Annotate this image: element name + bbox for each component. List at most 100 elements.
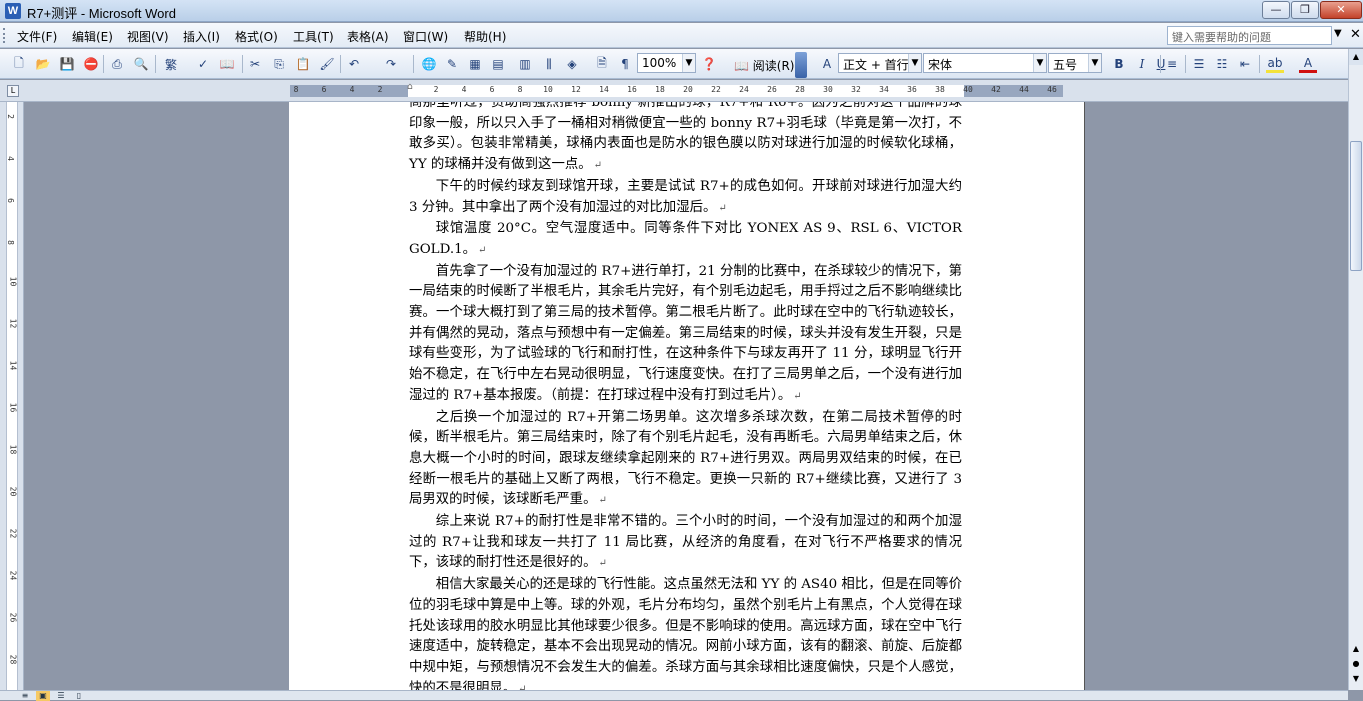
reading-layout-button[interactable]: 📖 阅读(R): [729, 54, 799, 74]
paste-icon[interactable]: 📋: [294, 55, 312, 73]
bullets-icon[interactable]: ☷: [1213, 55, 1231, 73]
document-close-icon[interactable]: ✕: [1350, 27, 1361, 42]
paragraph[interactable]: 首先拿了一个没有加湿过的 R7+进行单打，21 分制的比赛中，在杀球较少的情况下…: [409, 262, 962, 408]
help-search-input[interactable]: 键入需要帮助的问题: [1167, 26, 1332, 45]
paragraph-text: 之后换一个加湿过的 R7+开第二场男单。这次增多杀球次数，在第二局技术暂停的时候…: [409, 409, 962, 508]
document-page[interactable]: 商那里听过，资助商强烈推荐 bonny 新推出的球，R7+和 R6+。因为之前对…: [289, 102, 1084, 690]
bold-icon[interactable]: B: [1110, 55, 1128, 73]
paragraph[interactable]: 之后换一个加湿过的 R7+开第二场男单。这次增多杀球次数，在第二局技术暂停的时候…: [409, 408, 962, 513]
print-icon[interactable]: ⎙: [108, 55, 126, 73]
spelling-icon[interactable]: ✓: [194, 55, 212, 73]
title-bar: W R7+测评 - Microsoft Word — ❐ ✕: [0, 0, 1363, 22]
paragraph-text: 相信大家最关心的还是球的飞行性能。这点虽然无法和 YY 的 AS40 相比，但是…: [409, 577, 962, 690]
style-combo[interactable]: 正文 + 首行 ▼: [838, 53, 922, 73]
menu-view[interactable]: 视图(V): [127, 28, 169, 45]
menu-window[interactable]: 窗口(W): [403, 28, 448, 45]
ruler-tick: 24: [8, 570, 18, 581]
new-icon[interactable]: 🗋: [10, 55, 28, 73]
document-map-icon[interactable]: 🗎: [593, 55, 611, 73]
permission-icon[interactable]: ⛔: [82, 55, 100, 73]
close-button[interactable]: ✕: [1320, 1, 1362, 19]
zoom-combo[interactable]: 100% ▼: [637, 53, 696, 73]
highlight-icon[interactable]: ab: [1266, 55, 1284, 73]
horizontal-scrollbar[interactable]: ≡ ▣ ☰ ▯: [0, 690, 1348, 701]
font-size-combo[interactable]: 五号 ▼: [1048, 53, 1102, 73]
menu-format[interactable]: 格式(O): [235, 28, 278, 45]
ruler-tick: 8: [5, 240, 15, 245]
undo-icon[interactable]: ↶: [345, 55, 363, 73]
paragraph[interactable]: 下午的时候约球友到球馆开球，主要是试试 R7+的成色如何。开球前对球进行加湿大约…: [409, 177, 962, 219]
book-icon: 📖: [734, 59, 749, 73]
toolbar-separator: [340, 55, 341, 73]
paragraph[interactable]: 相信大家最关心的还是球的飞行性能。这点虽然无法和 YY 的 AS40 相比，但是…: [409, 575, 962, 690]
ruler-track[interactable]: ⌂ 8 6 4 2 2 4 6 8 10 12 14 16 18 20 22 2…: [290, 82, 1063, 97]
outdent-icon[interactable]: ⇤: [1236, 55, 1254, 73]
paragraph[interactable]: 球馆温度 20°C。空气湿度适中。同等条件下对比 YONEX AS 9、RSL …: [409, 219, 962, 261]
chevron-down-icon[interactable]: ▼: [908, 54, 921, 72]
ruler-tick: 4: [349, 85, 355, 94]
hyperlink-icon[interactable]: 🌐: [420, 55, 438, 73]
save-icon[interactable]: 💾: [58, 55, 76, 73]
ruler-tick: 6: [5, 198, 15, 203]
menu-tools[interactable]: 工具(T): [293, 28, 334, 45]
paragraph[interactable]: 商那里听过，资助商强烈推荐 bonny 新推出的球，R7+和 R6+。因为之前对…: [409, 102, 962, 177]
menu-table[interactable]: 表格(A): [347, 28, 389, 45]
ruler-tick: 4: [5, 156, 15, 161]
menu-file[interactable]: 文件(F): [17, 28, 57, 45]
italic-icon[interactable]: I: [1133, 55, 1151, 73]
tables-borders-icon[interactable]: ✎: [443, 55, 461, 73]
paragraph-mark-icon: ↵: [593, 160, 603, 172]
drawing-tools-icon[interactable]: ◈: [563, 55, 581, 73]
ruler-tick: 14: [8, 360, 18, 371]
print-preview-icon[interactable]: 🔍: [132, 55, 150, 73]
document-workspace[interactable]: 商那里听过，资助商强烈推荐 bonny 新推出的球，R7+和 R6+。因为之前对…: [24, 102, 1348, 690]
drawing-icon[interactable]: ⫼: [540, 55, 558, 73]
browse-object-icon[interactable]: ●: [1349, 659, 1363, 673]
numbering-icon[interactable]: ☰: [1190, 55, 1208, 73]
scroll-up-icon[interactable]: ▲: [1349, 644, 1363, 658]
document-body[interactable]: 商那里听过，资助商强烈推荐 bonny 新推出的球，R7+和 R6+。因为之前对…: [409, 102, 962, 690]
menu-help[interactable]: 帮助(H): [464, 28, 506, 45]
insert-excel-icon[interactable]: ▤: [489, 55, 507, 73]
show-hide-icon[interactable]: ¶: [616, 55, 634, 73]
research-icon[interactable]: 繁: [162, 55, 180, 73]
insert-table-icon[interactable]: ▦: [466, 55, 484, 73]
toolbar-options-handle[interactable]: [795, 52, 807, 78]
vertical-scrollbar[interactable]: ▲ ▲ ● ▼: [1348, 49, 1363, 690]
chevron-down-icon[interactable]: ▼: [1033, 54, 1046, 72]
copy-icon[interactable]: ⎘: [270, 55, 288, 73]
redo-icon[interactable]: ↷: [382, 55, 400, 73]
vertical-ruler-track[interactable]: 2 4 6 8 10 12 14 16 18 20 22 24 26 28: [6, 102, 18, 690]
align-justify-icon[interactable]: ≡: [1163, 55, 1181, 73]
minimize-button[interactable]: —: [1262, 1, 1290, 19]
chevron-down-icon[interactable]: ▼: [682, 54, 695, 72]
font-combo[interactable]: 宋体 ▼: [923, 53, 1047, 73]
scroll-down-icon[interactable]: ▼: [1349, 674, 1363, 688]
styles-pane-icon[interactable]: A: [818, 55, 836, 73]
research-book-icon[interactable]: 📖: [218, 55, 236, 73]
scrollbar-thumb[interactable]: [1350, 141, 1362, 271]
indent-marker-icon[interactable]: ⌂: [407, 82, 413, 92]
scroll-up-icon[interactable]: ▲: [1349, 49, 1363, 65]
tab-selector-button[interactable]: L: [7, 85, 19, 97]
toolbar-separator: [242, 55, 243, 73]
paragraph[interactable]: 综上来说 R7+的耐打性是非常不错的。三个小时的时间，一个没有加湿过的和两个加湿…: [409, 512, 962, 575]
menu-edit[interactable]: 编辑(E): [72, 28, 113, 45]
help-dropdown-icon[interactable]: ▼: [1334, 28, 1342, 39]
ruler-tick: 22: [711, 85, 721, 94]
restore-button[interactable]: ❐: [1291, 1, 1319, 19]
word-app-icon[interactable]: W: [5, 3, 21, 19]
help-icon[interactable]: ❓: [700, 55, 718, 73]
open-icon[interactable]: 📂: [34, 55, 52, 73]
menu-insert[interactable]: 插入(I): [183, 28, 220, 45]
columns-icon[interactable]: ▥: [516, 55, 534, 73]
font-color-icon[interactable]: A: [1299, 55, 1317, 73]
paragraph-text: 首先拿了一个没有加湿过的 R7+进行单打，21 分制的比赛中，在杀球较少的情况下…: [409, 263, 962, 403]
reading-label: 阅读(R): [752, 59, 795, 73]
menu-grip-handle[interactable]: [3, 28, 6, 43]
chevron-down-icon[interactable]: ▼: [1088, 54, 1101, 72]
format-painter-icon[interactable]: 🖌: [318, 55, 336, 73]
zoom-value: 100%: [642, 56, 677, 70]
cut-icon[interactable]: ✂: [246, 55, 264, 73]
standard-formatting-toolbar: 🗋 📂 💾 ⛔ ⎙ 🔍 繁 ✓ 📖 ✂ ⎘ 📋 🖌 ↶ ↷ 🌐 ✎ ▦ ▤ ▥ …: [0, 49, 1363, 79]
